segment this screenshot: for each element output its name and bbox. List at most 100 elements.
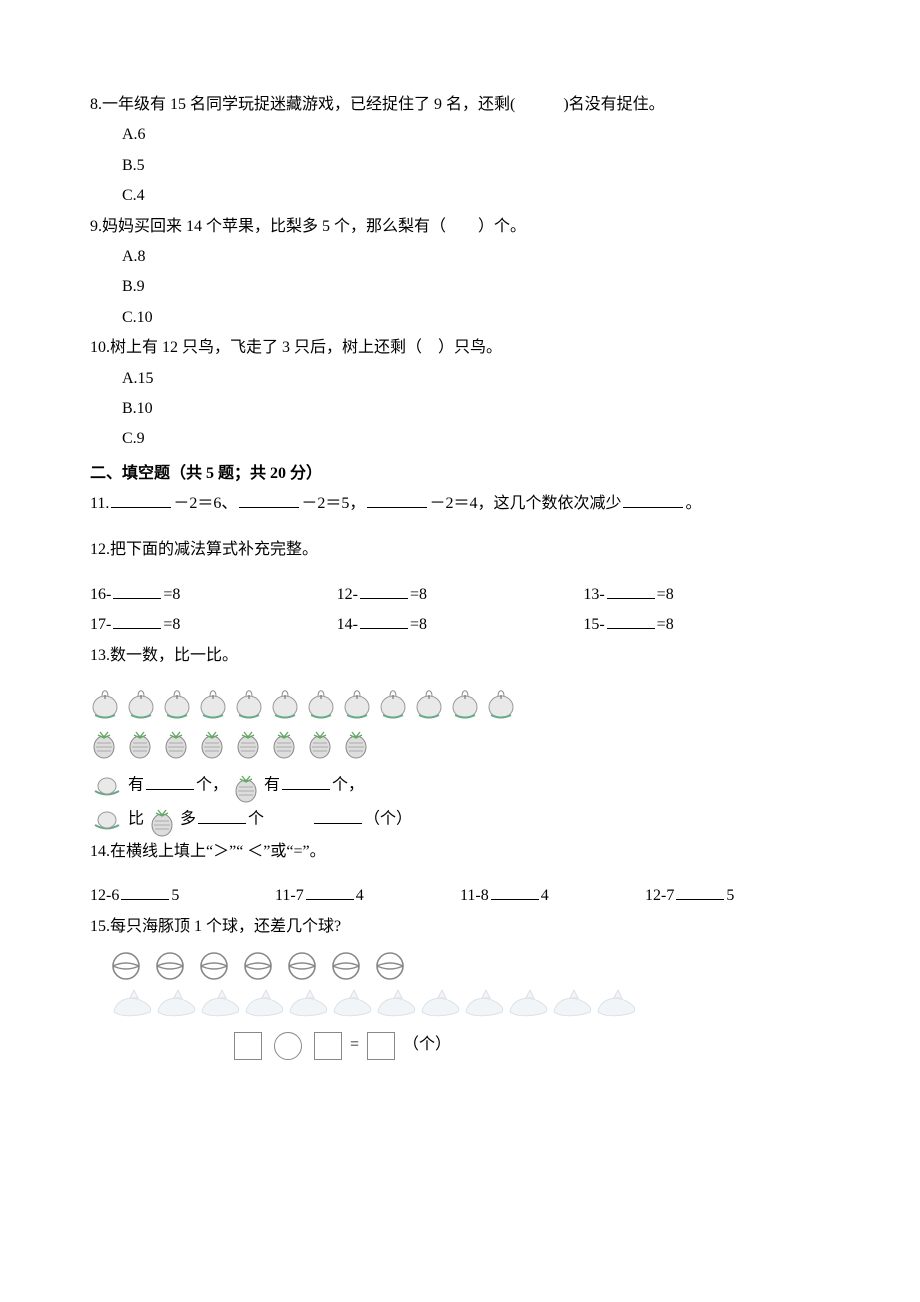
q11-seg4: 。 xyxy=(685,495,701,512)
ball-icon xyxy=(374,950,406,982)
pineapple-row xyxy=(90,725,830,761)
q11-seg2: －2＝5， xyxy=(301,495,365,512)
box-input[interactable] xyxy=(234,1032,262,1060)
q10-opt-a: A.15 xyxy=(90,364,830,394)
apple-row xyxy=(90,685,830,721)
txt: 比 xyxy=(128,811,144,828)
eq-tail: =8 xyxy=(657,586,674,603)
dolphin-icon xyxy=(330,986,374,1022)
txt: （个） xyxy=(364,811,412,828)
dolphin-icon xyxy=(110,986,154,1022)
q10-text: 10.树上有 12 只鸟，飞走了 3 只后，树上还剩（ ）只鸟。 xyxy=(90,333,830,363)
box-input[interactable] xyxy=(367,1032,395,1060)
q8-opt-b: B.5 xyxy=(90,151,830,181)
txt: 个， xyxy=(196,777,228,794)
ball-icon xyxy=(330,950,362,982)
blank[interactable] xyxy=(360,611,408,630)
equals: = xyxy=(350,1036,363,1053)
q13-line1: 有个， 有个， xyxy=(90,769,830,803)
dolphin-icon xyxy=(198,986,242,1022)
cmp-r: 4 xyxy=(541,887,549,904)
blank[interactable] xyxy=(113,580,161,599)
blank[interactable] xyxy=(111,489,171,508)
blank[interactable] xyxy=(367,489,427,508)
question-15: 15.每只海豚顶 1 个球，还差几个球? = （个） xyxy=(90,912,830,1061)
cmp-r: 4 xyxy=(356,887,364,904)
blank[interactable] xyxy=(113,611,161,630)
q13-title: 13.数一数，比一比。 xyxy=(90,641,830,671)
apple-icon xyxy=(450,685,480,721)
q8-opt-c: C.4 xyxy=(90,181,830,211)
pineapple-icon xyxy=(90,725,120,761)
eq-lhs: 12- xyxy=(337,586,358,603)
question-13: 13.数一数，比一比。 有个， 有个， 比 多 个 （个） xyxy=(90,641,830,837)
blank[interactable] xyxy=(282,771,330,790)
box-input[interactable] xyxy=(314,1032,342,1060)
apple-icon xyxy=(198,685,228,721)
dolphin-icon xyxy=(242,986,286,1022)
blank[interactable] xyxy=(314,805,362,824)
apple-icon xyxy=(234,685,264,721)
cmp-l: 12-6 xyxy=(90,887,119,904)
apple-icon xyxy=(126,685,156,721)
q9-text: 9.妈妈买回来 14 个苹果，比梨多 5 个，那么梨有（ ）个。 xyxy=(90,212,830,242)
blank[interactable] xyxy=(239,489,299,508)
apple-icon xyxy=(342,685,372,721)
q10-opt-c: C.9 xyxy=(90,424,830,454)
cmp-r: 5 xyxy=(726,887,734,904)
question-14: 14.在横线上填上“＞”“ ＜”或“=”。 12-65 11-74 11-84 … xyxy=(90,837,830,912)
eq-lhs: 14- xyxy=(337,616,358,633)
blank[interactable] xyxy=(360,580,408,599)
apple-icon xyxy=(90,776,124,796)
blank[interactable] xyxy=(198,805,246,824)
dolphin-icon xyxy=(550,986,594,1022)
blank[interactable] xyxy=(607,580,655,599)
operator-input[interactable] xyxy=(274,1032,302,1060)
pineapple-icon xyxy=(306,725,336,761)
blank[interactable] xyxy=(146,771,194,790)
eq-tail: =8 xyxy=(410,586,427,603)
blank[interactable] xyxy=(121,882,169,901)
eq-lhs: 13- xyxy=(583,586,604,603)
eq-tail: =8 xyxy=(163,616,180,633)
question-11: 11.－2＝6、－2＝5，－2＝4，这几个数依次减少。 xyxy=(90,489,830,519)
pineapple-icon xyxy=(234,725,264,761)
question-9: 9.妈妈买回来 14 个苹果，比梨多 5 个，那么梨有（ ）个。 A.8 B.9… xyxy=(90,212,830,334)
ball-icon xyxy=(110,950,142,982)
blank[interactable] xyxy=(491,882,539,901)
eq-tail: =8 xyxy=(163,586,180,603)
pineapple-icon xyxy=(232,769,260,803)
txt: 个 xyxy=(248,811,264,828)
blank[interactable] xyxy=(676,882,724,901)
eq-lhs: 17- xyxy=(90,616,111,633)
cmp-l: 12-7 xyxy=(645,887,674,904)
q9-opt-a: A.8 xyxy=(90,242,830,272)
cmp-l: 11-7 xyxy=(275,887,304,904)
pineapple-icon xyxy=(270,725,300,761)
apple-icon xyxy=(378,685,408,721)
txt: 多 xyxy=(180,811,196,828)
pineapple-icon xyxy=(342,725,372,761)
question-8: 8.一年级有 15 名同学玩捉迷藏游戏，已经捉住了 9 名，还剩( )名没有捉住… xyxy=(90,90,830,212)
ball-icon xyxy=(242,950,274,982)
q15-title: 15.每只海豚顶 1 个球，还差几个球? xyxy=(90,912,830,942)
q8-text: 8.一年级有 15 名同学玩捉迷藏游戏，已经捉住了 9 名，还剩( )名没有捉住… xyxy=(90,90,830,120)
q14-title: 14.在横线上填上“＞”“ ＜”或“=”。 xyxy=(90,837,830,867)
apple-icon xyxy=(414,685,444,721)
ball-icon xyxy=(154,950,186,982)
dolphin-icon xyxy=(374,986,418,1022)
eq-lhs: 15- xyxy=(583,616,604,633)
dolphin-icon xyxy=(286,986,330,1022)
apple-icon xyxy=(162,685,192,721)
blank[interactable] xyxy=(623,489,683,508)
blank[interactable] xyxy=(306,882,354,901)
ball-icon xyxy=(286,950,318,982)
apple-icon xyxy=(486,685,516,721)
dolphin-icon xyxy=(462,986,506,1022)
cmp-r: 5 xyxy=(171,887,179,904)
ball-row xyxy=(110,950,830,982)
q9-opt-c: C.10 xyxy=(90,303,830,333)
q9-opt-b: B.9 xyxy=(90,272,830,302)
dolphin-icon xyxy=(506,986,550,1022)
blank[interactable] xyxy=(607,611,655,630)
